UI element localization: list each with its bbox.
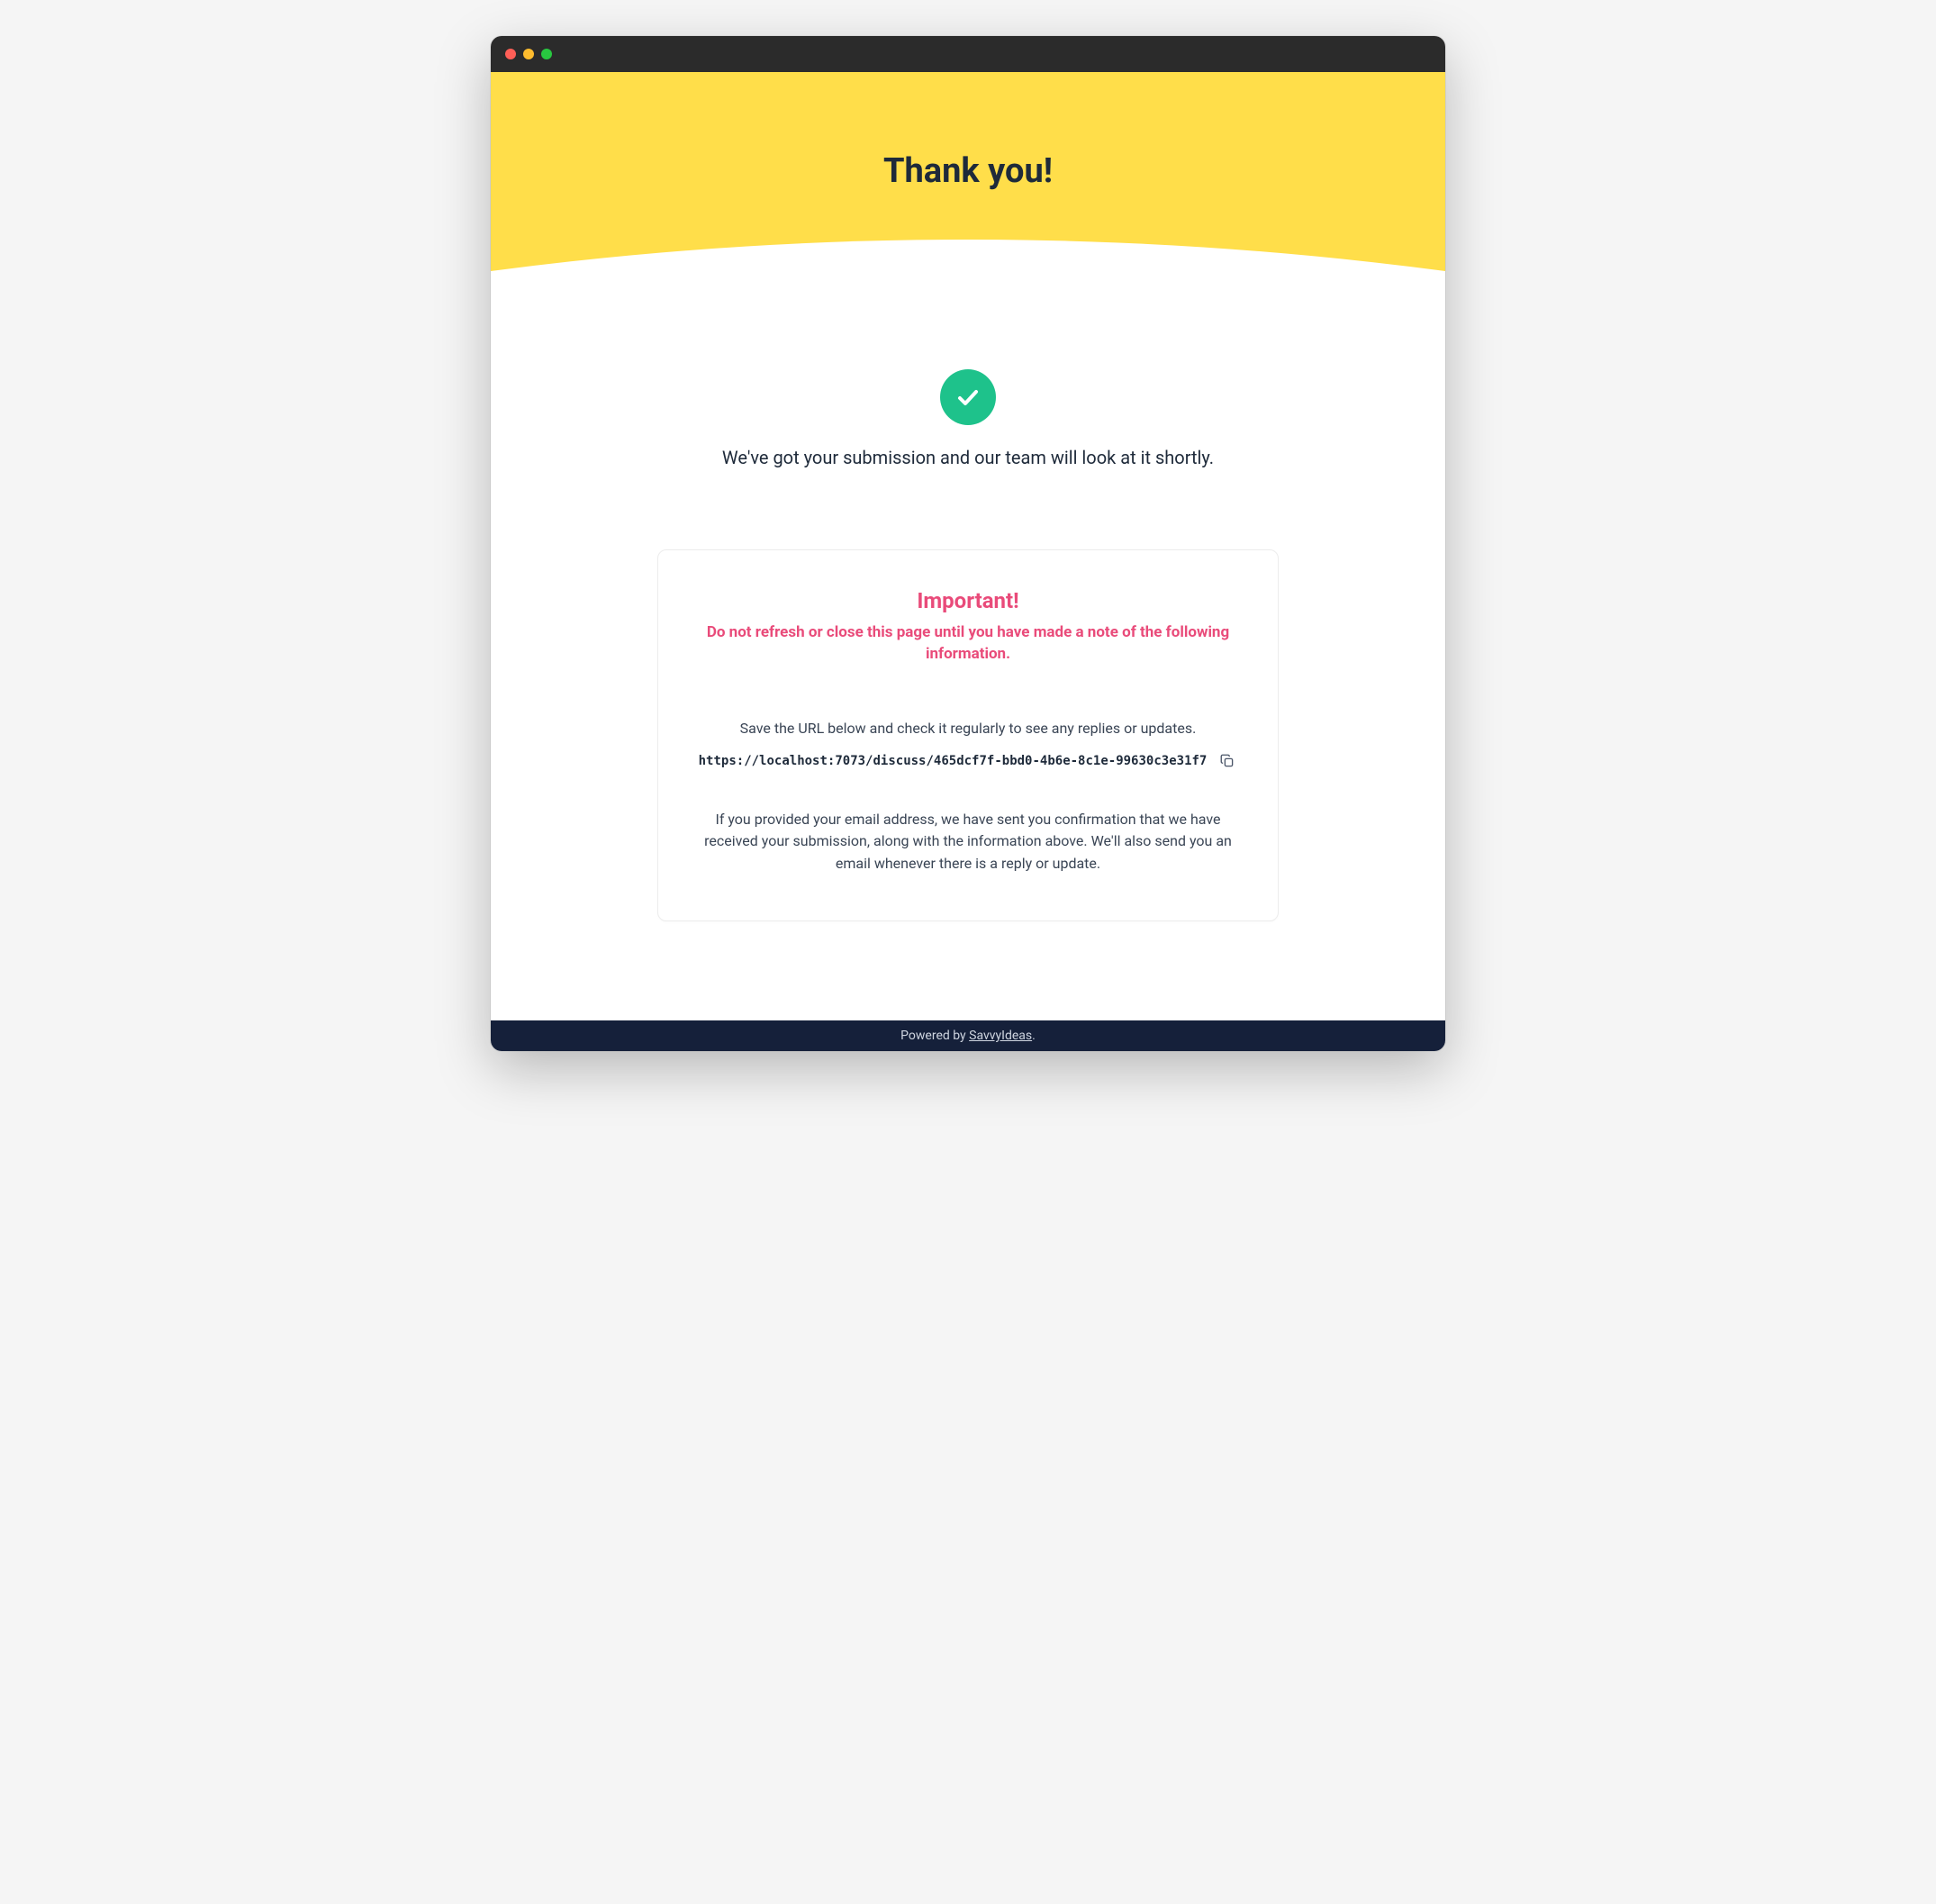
hero-curve-decoration [491,235,1445,306]
window-minimize-button[interactable] [523,49,534,59]
submission-url: https://localhost:7073/discuss/465dcf7f-… [699,754,1208,768]
app-window: Thank you! We've got your submission and… [491,36,1445,1051]
copy-url-button[interactable] [1217,751,1237,771]
confirmation-message: We've got your submission and our team w… [527,447,1409,468]
window-maximize-button[interactable] [541,49,552,59]
window-close-button[interactable] [505,49,516,59]
important-card: Important! Do not refresh or close this … [657,549,1279,921]
footer-bar: Powered by SavvyIdeas. [491,1020,1445,1051]
email-confirmation-note: If you provided your email address, we h… [694,809,1242,875]
card-warning-text: Do not refresh or close this page until … [694,622,1242,666]
copy-icon [1219,753,1235,769]
footer-suffix: . [1032,1029,1036,1043]
window-titlebar [491,36,1445,72]
hero-banner: Thank you! [491,72,1445,306]
main-content: We've got your submission and our team w… [491,306,1445,1020]
footer-prefix: Powered by [900,1029,969,1043]
card-instruction-text: Save the URL below and check it regularl… [694,720,1242,737]
page-title: Thank you! [491,72,1445,191]
url-row: https://localhost:7073/discuss/465dcf7f-… [694,751,1242,771]
success-check-icon [940,369,996,425]
footer-brand-link[interactable]: SavvyIdeas [969,1029,1032,1043]
card-heading: Important! [694,588,1242,613]
